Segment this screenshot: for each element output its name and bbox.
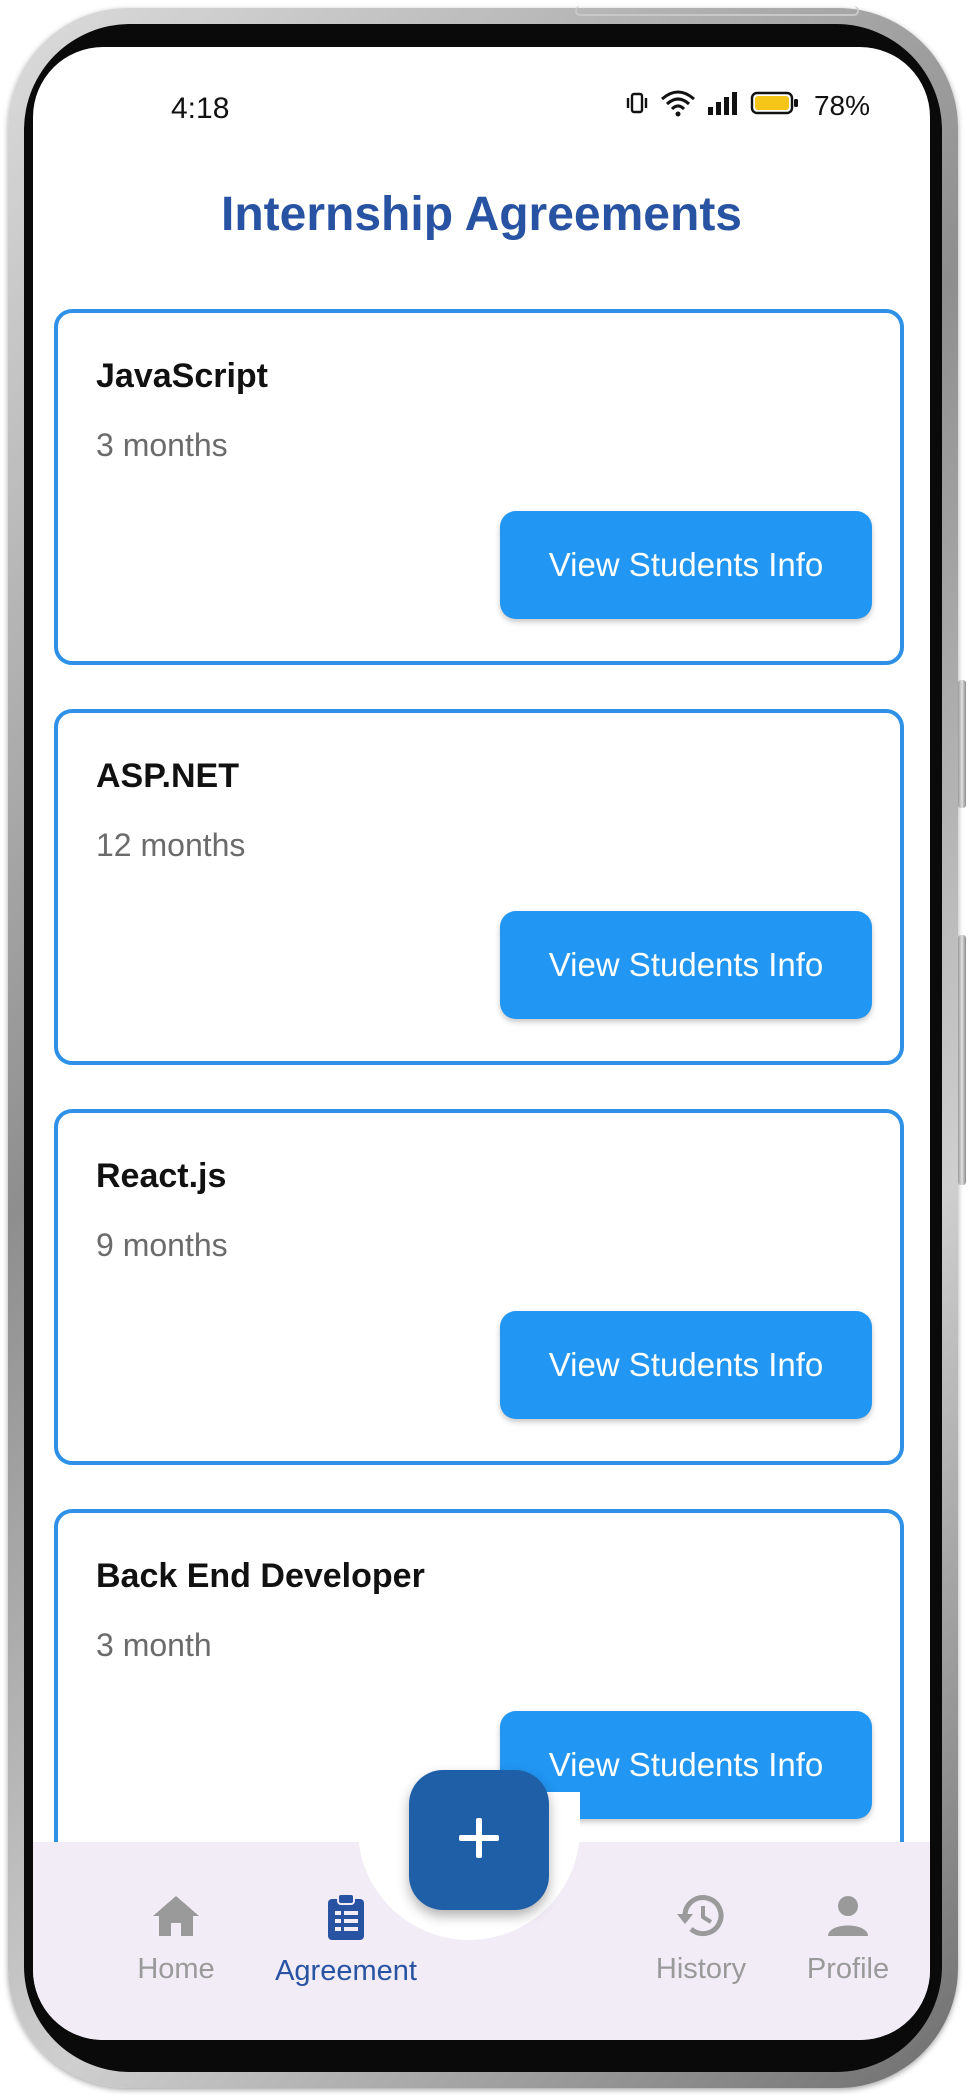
agreement-title: JavaScript bbox=[96, 357, 268, 395]
wifi-icon bbox=[660, 89, 696, 122]
status-bar: 4:18 78% bbox=[33, 47, 930, 157]
nav-label: Home bbox=[137, 1953, 215, 1985]
clipboard-icon bbox=[322, 1892, 370, 1947]
agreement-card: JavaScript 3 months View Students Info bbox=[54, 309, 904, 665]
status-time: 4:18 bbox=[171, 92, 230, 125]
nav-label: Agreement bbox=[275, 1955, 417, 1987]
canvas: 4:18 78% Internship Agreements JavaScrip… bbox=[0, 0, 978, 2100]
agreement-title: Back End Developer bbox=[96, 1557, 425, 1595]
vibrate-icon bbox=[624, 90, 650, 121]
power-button bbox=[958, 935, 966, 1185]
agreement-duration: 3 months bbox=[96, 427, 228, 463]
home-icon bbox=[149, 1892, 203, 1945]
agreement-title: React.js bbox=[96, 1157, 227, 1195]
nav-item-profile[interactable]: Profile bbox=[768, 1892, 928, 1986]
phone-top-edge bbox=[575, 6, 859, 16]
phone-screen: 4:18 78% Internship Agreements JavaScrip… bbox=[33, 47, 930, 2040]
nav-item-history[interactable]: History bbox=[621, 1892, 781, 1986]
view-students-info-button[interactable]: View Students Info bbox=[500, 911, 872, 1019]
agreement-duration: 9 months bbox=[96, 1227, 228, 1263]
add-agreement-button[interactable] bbox=[409, 1770, 549, 1910]
plus-icon bbox=[457, 1816, 501, 1865]
page-title: Internship Agreements bbox=[221, 188, 742, 241]
volume-button bbox=[958, 680, 966, 808]
nav-item-agreement[interactable]: Agreement bbox=[266, 1892, 426, 1988]
battery-percent: 78% bbox=[813, 89, 870, 121]
agreement-title: ASP.NET bbox=[96, 757, 239, 795]
signal-icon bbox=[706, 90, 740, 121]
agreement-duration: 3 month bbox=[96, 1627, 212, 1663]
battery-icon bbox=[750, 89, 800, 122]
history-icon bbox=[675, 1892, 727, 1945]
agreement-card: ASP.NET 12 months View Students Info bbox=[54, 709, 904, 1065]
person-icon bbox=[824, 1892, 872, 1945]
view-students-info-button[interactable]: View Students Info bbox=[500, 511, 872, 619]
nav-item-home[interactable]: Home bbox=[96, 1892, 256, 1986]
agreement-duration: 12 months bbox=[96, 827, 246, 863]
nav-label: Profile bbox=[806, 1953, 890, 1985]
view-students-info-button[interactable]: View Students Info bbox=[500, 1311, 872, 1419]
status-icons: 78% bbox=[624, 89, 870, 122]
nav-label: History bbox=[655, 1953, 747, 1985]
agreement-card: React.js 9 months View Students Info bbox=[54, 1109, 904, 1465]
